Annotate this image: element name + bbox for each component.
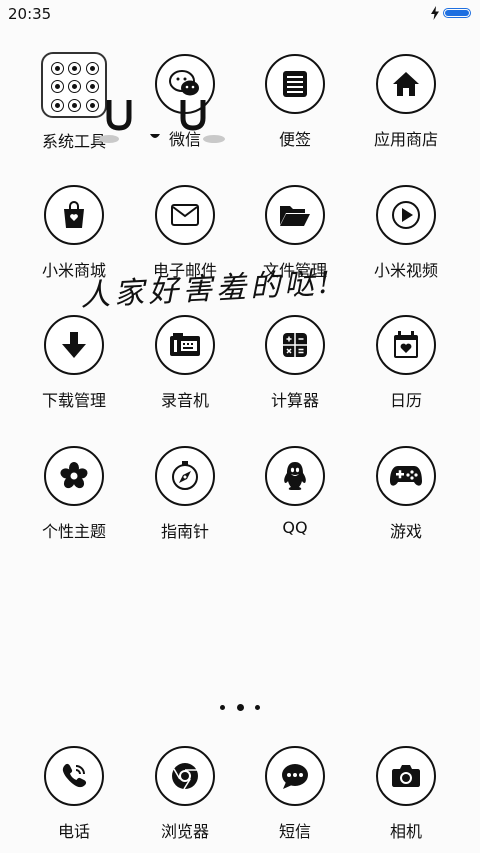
play-icon [376, 185, 436, 245]
app-label: 日历 [389, 391, 422, 410]
notes-icon [265, 54, 325, 114]
phone-icon [44, 746, 104, 806]
wechat-icon [155, 54, 215, 114]
app-mi-video[interactable]: 小米视频 [351, 185, 461, 281]
calculator-icon [265, 315, 325, 375]
app-themes[interactable]: 个性主题 [19, 446, 129, 542]
app-label: 微信 [168, 130, 201, 149]
app-label: 录音机 [160, 391, 209, 410]
status-bar: 20:35 [0, 0, 480, 28]
camera-icon [376, 746, 436, 806]
app-wechat[interactable]: 微信 [130, 54, 240, 150]
app-email[interactable]: 电子邮件 [130, 185, 240, 281]
calendar-icon [376, 315, 436, 375]
app-recorder[interactable]: 录音机 [130, 315, 240, 411]
penguin-icon [265, 446, 325, 506]
battery-icon [443, 8, 471, 18]
app-notes[interactable]: 便签 [240, 54, 350, 150]
app-label: 短信 [278, 822, 311, 841]
download-icon [44, 315, 104, 375]
page-dot-active[interactable] [236, 703, 244, 711]
status-time: 20:35 [8, 5, 52, 23]
app-calculator[interactable]: 计算器 [240, 315, 350, 411]
app-games[interactable]: 游戏 [351, 446, 461, 542]
page-indicator[interactable] [220, 702, 260, 712]
app-store[interactable]: 应用商店 [351, 54, 461, 150]
app-label: 下载管理 [41, 391, 106, 410]
home-screen: 20:35 系统工具 微信 便签 应用商店 小米商城 电子邮件 文件管理 小米视… [0, 0, 480, 853]
app-label: 系统工具 [41, 132, 106, 151]
app-label: 电话 [57, 822, 90, 841]
dock-messages[interactable]: 短信 [240, 746, 350, 842]
app-mi-store[interactable]: 小米商城 [19, 185, 129, 281]
shopping-bag-icon [44, 185, 104, 245]
app-store-icon [376, 54, 436, 114]
gamepad-icon [376, 446, 436, 506]
message-icon [265, 746, 325, 806]
app-label: 电子邮件 [152, 261, 217, 280]
app-label: 浏览器 [160, 822, 209, 841]
compass-icon [155, 446, 215, 506]
page-dot[interactable] [255, 704, 260, 710]
app-compass[interactable]: 指南针 [130, 446, 240, 542]
recorder-icon [155, 315, 215, 375]
app-label: 小米视频 [373, 261, 438, 280]
app-label: 计算器 [270, 391, 319, 410]
app-downloads[interactable]: 下载管理 [19, 315, 129, 411]
app-label: 游戏 [389, 522, 422, 541]
app-file-manager[interactable]: 文件管理 [240, 185, 350, 281]
app-label: 便签 [278, 130, 311, 149]
app-qq[interactable]: QQ [240, 446, 350, 537]
browser-icon [155, 746, 215, 806]
app-label: 个性主题 [41, 522, 106, 541]
app-label: 应用商店 [373, 130, 438, 149]
app-label: 相机 [389, 822, 422, 841]
folder-open-icon [265, 185, 325, 245]
dock-browser[interactable]: 浏览器 [130, 746, 240, 842]
flower-icon [44, 446, 104, 506]
app-label: 指南针 [160, 522, 209, 541]
app-label: 小米商城 [41, 261, 106, 280]
dock-camera[interactable]: 相机 [351, 746, 461, 842]
app-system-tools[interactable]: 系统工具 [19, 52, 129, 152]
folder-icon [41, 52, 107, 118]
charging-icon [431, 6, 439, 20]
dock-phone[interactable]: 电话 [19, 746, 129, 842]
page-dot[interactable] [220, 704, 225, 710]
app-label: 文件管理 [262, 261, 327, 280]
app-label: QQ [282, 518, 308, 537]
mail-icon [155, 185, 215, 245]
app-calendar[interactable]: 日历 [351, 315, 461, 411]
